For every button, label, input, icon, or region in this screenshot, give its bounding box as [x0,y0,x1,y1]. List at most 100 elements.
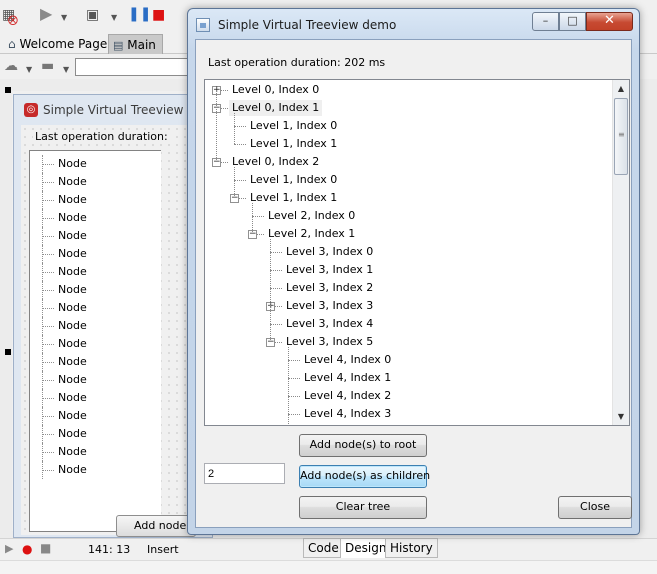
tree-node[interactable]: − Level 1, Index 1 [205,189,610,207]
tree-node[interactable]: − Level 3, Index 5 [205,333,610,351]
design-tree-item[interactable]: Node [30,281,160,299]
design-tree-item[interactable]: Node [30,443,160,461]
design-tree-item-label: Node [58,463,87,476]
window-client-area: Last operation duration: 202 ms + Level 0… [195,39,632,528]
tree-connector [270,288,282,289]
tree-node[interactable]: Level 1, Index 0 [205,117,610,135]
demo-window: Simple Virtual Treeview demo – □ ✕ Last … [187,8,640,535]
tree-node[interactable]: Level 4, Index 0 [205,351,610,369]
tree-node[interactable]: Level 3, Index 2 [205,279,610,297]
component-dropdown-icon[interactable]: ▼ [26,62,32,78]
minimize-button[interactable]: – [532,12,559,31]
tree-connector [42,218,54,219]
maximize-button[interactable]: □ [559,12,586,31]
tree-connector [234,144,246,145]
component-search-input[interactable] [75,58,195,76]
design-treeview[interactable]: Node Node Node Node Node Node Node Node Node Node… [29,150,161,532]
tree-connector [270,324,282,325]
design-tree-item[interactable]: Node [30,425,160,443]
palette-dropdown-icon[interactable]: ▼ [63,62,69,78]
design-tree-item-label: Node [58,301,87,314]
tree-node[interactable]: Level 3, Index 1 [205,261,610,279]
tree-node[interactable]: Level 4, Index 2 [205,387,610,405]
tree-node[interactable]: Level 2, Index 0 [205,207,610,225]
params-dropdown-icon[interactable]: ▼ [111,10,117,26]
record-icon[interactable]: ● [22,541,32,557]
tree-node[interactable]: Level 4, Index 1 [205,369,610,387]
tree-node[interactable]: Level 3, Index 0 [205,243,610,261]
design-tree-item[interactable]: Node [30,407,160,425]
pause-icon[interactable]: ❚❚ [128,6,151,22]
tab-label: Main [127,38,156,52]
tree-node-label: Level 0, Index 2 [232,155,320,168]
tree-node-label: Level 1, Index 0 [250,119,338,132]
tree-node[interactable]: + Level 3, Index 3 [205,297,610,315]
tab-main[interactable]: ▤ Main [108,34,163,54]
tree-connector [42,434,54,435]
add-root-button[interactable]: Add node(s) to root [299,434,427,457]
tree-node-label: Level 4, Index 0 [304,353,392,366]
tab-welcome-page[interactable]: ⌂ Welcome Page [4,34,113,54]
design-tree-item-label: Node [58,193,87,206]
virtual-treeview[interactable]: + Level 0, Index 0− Level 0, Index 1 Level … [204,79,630,426]
tree-node-label: Level 1, Index 0 [250,173,338,186]
component-icon[interactable]: ☁ [4,58,18,74]
scroll-thumb[interactable]: ≡ [614,98,628,175]
design-tree-item[interactable]: Node [30,353,160,371]
play-icon[interactable]: ▶ [5,541,13,557]
tree-connector [216,90,217,162]
design-tree-item[interactable]: Node [30,173,160,191]
design-tree-item[interactable]: Node [30,155,160,173]
maximize-icon: □ [567,14,578,27]
tree-node-label: Level 3, Index 5 [286,335,374,348]
tree-node[interactable]: Level 1, Index 1 [205,135,610,153]
run-params-icon[interactable]: ▣ [86,7,99,23]
design-tree-item[interactable]: Node [30,263,160,281]
node-count-input[interactable] [204,463,285,484]
tree-node[interactable]: − Level 0, Index 1 [205,99,610,117]
design-tree-item[interactable]: Node [30,227,160,245]
design-add-root-button[interactable]: Add node(s) to root [116,515,196,537]
tree-connector [234,180,246,181]
tree-node[interactable]: − Level 0, Index 2 [205,153,610,171]
design-tree-item[interactable]: Node [30,317,160,335]
tree-node[interactable]: Level 3, Index 4 [205,315,610,333]
stop-icon[interactable]: ■ [40,540,51,556]
design-tree-item[interactable]: Node [30,299,160,317]
tree-node[interactable]: − Level 2, Index 1 [205,225,610,243]
tab-history[interactable]: History [385,538,438,558]
scroll-up-arrow-icon[interactable]: ▲ [613,80,629,97]
design-tree-item[interactable]: Node [30,371,160,389]
run-dropdown-icon[interactable]: ▼ [61,10,67,26]
design-tree-item-label: Node [58,175,87,188]
palette-icon[interactable]: ▬ [41,58,54,74]
tree-node[interactable]: Level 4, Index 3 [205,405,610,423]
design-tree-item[interactable]: Node [30,389,160,407]
tab-code[interactable]: Code [303,538,344,558]
scroll-down-arrow-icon[interactable]: ▼ [613,408,629,425]
tree-connector [42,200,54,201]
run-icon[interactable]: ▶ [40,6,52,22]
tree-node[interactable]: Level 1, Index 0 [205,171,610,189]
tab-design[interactable]: Design [340,538,392,558]
resize-handle[interactable] [5,87,11,93]
design-tree-item[interactable]: Node [30,461,160,479]
close-button[interactable]: Close [558,496,632,519]
tree-connector [252,216,264,217]
close-window-button[interactable]: ✕ [586,12,633,31]
form-icon: ▤ [113,39,124,52]
tree-node-label: Level 4, Index 2 [304,389,392,402]
resize-handle[interactable] [5,349,11,355]
designed-form[interactable]: ◎ Simple Virtual Treeview demo Last oper… [13,94,221,538]
tree-node[interactable]: + Level 0, Index 0 [205,81,610,99]
design-tree-item[interactable]: Node [30,191,160,209]
tree-vertical-scrollbar[interactable]: ▲ ≡ ▼ [612,80,629,425]
tree-connector [42,362,54,363]
tree-connector [42,470,54,471]
clear-tree-button[interactable]: Clear tree [299,496,427,519]
add-children-button[interactable]: Add node(s) as children [299,465,430,488]
design-tree-item[interactable]: Node [30,335,160,353]
design-tree-item[interactable]: Node [30,245,160,263]
design-tree-item[interactable]: Node [30,209,160,227]
stop-icon[interactable]: ■ [152,7,165,23]
